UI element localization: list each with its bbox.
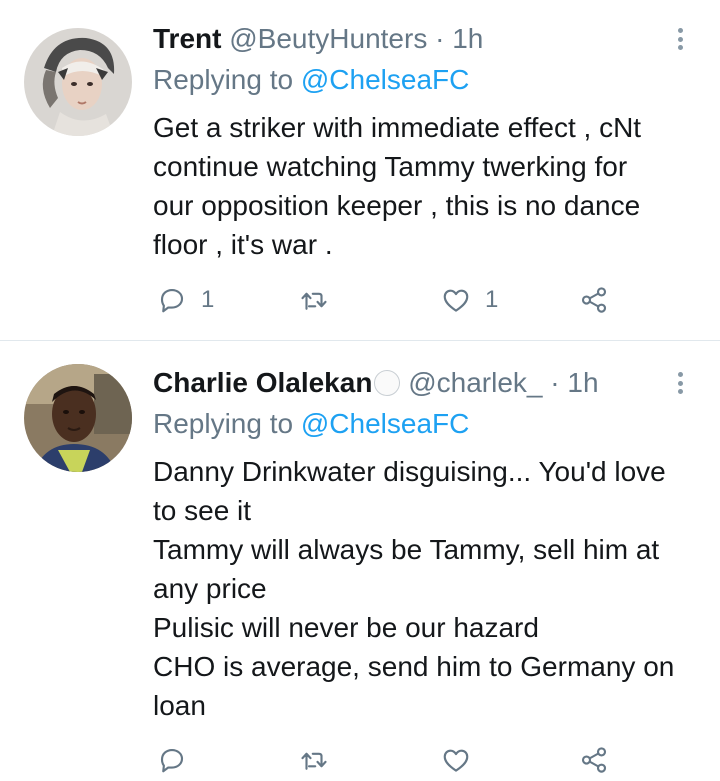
replying-to: Replying to @ChelseaFC (153, 407, 469, 441)
more-vertical-icon[interactable] (670, 366, 690, 400)
share-icon (581, 287, 607, 313)
status-circle-icon (374, 370, 401, 396)
reply-icon (160, 748, 184, 773)
tweet-text-line: continue watching Tammy twerking for (153, 151, 628, 182)
tweet-text-line: Danny Drinkwater disguising... You'd lov… (153, 456, 666, 487)
like-count: 1 (485, 286, 499, 313)
action-bar (153, 740, 633, 780)
heart-icon (443, 289, 469, 312)
retweet-icon (301, 752, 327, 770)
tweet-text: Get a striker with immediate effect , cN… (153, 108, 703, 264)
like-button[interactable] (441, 740, 471, 780)
mention-link[interactable]: @ChelseaFC (301, 408, 469, 439)
reply-icon (160, 288, 184, 313)
tweet[interactable]: Charlie Olalekan @charlek_ · 1h Replying… (0, 341, 720, 781)
retweet-button[interactable] (299, 280, 329, 320)
reply-count: 1 (201, 286, 215, 313)
tweet-text: Danny Drinkwater disguising... You'd lov… (153, 452, 703, 725)
like-button[interactable]: 1 (441, 280, 498, 320)
tweet-text-line: to see it (153, 495, 252, 526)
retweet-icon (301, 292, 327, 310)
replying-to: Replying to @ChelseaFC (153, 63, 469, 97)
tweet[interactable]: Trent @BeutyHunters · 1h Replying to @Ch… (0, 0, 720, 340)
heart-icon (443, 749, 469, 772)
tweet-text-line: CHO is average, send him to Germany on (153, 651, 675, 682)
display-name[interactable]: Trent (153, 23, 221, 54)
tweet-text-line: Get a striker with immediate effect , cN… (153, 112, 642, 143)
action-bar: 1 1 (153, 280, 633, 320)
tweet-text-line: floor , it's war . (153, 229, 333, 260)
separator: · (435, 23, 445, 54)
tweet-header: Trent @BeutyHunters · 1h (153, 22, 660, 56)
mention-link[interactable]: @ChelseaFC (301, 64, 469, 95)
avatar[interactable] (24, 28, 132, 136)
tweet-text-line: Tammy will always be Tammy, sell him at (153, 534, 660, 565)
user-handle[interactable]: @charlek_ (408, 367, 542, 398)
replying-to-label: Replying to (153, 64, 301, 95)
separator: · (550, 367, 560, 398)
tweet-text-line: loan (153, 690, 206, 721)
avatar[interactable] (24, 364, 132, 472)
retweet-button[interactable] (299, 740, 329, 780)
reply-button[interactable]: 1 (157, 280, 214, 320)
share-button[interactable] (579, 280, 609, 320)
replying-to-label: Replying to (153, 408, 301, 439)
reply-button[interactable] (157, 740, 201, 780)
tweet-text-line: our opposition keeper , this is no dance (153, 190, 641, 221)
timestamp[interactable]: 1h (567, 367, 598, 398)
tweet-header: Charlie Olalekan @charlek_ · 1h (153, 366, 660, 400)
display-name[interactable]: Charlie Olalekan (153, 367, 372, 398)
tweet-text-line: Pulisic will never be our hazard (153, 612, 539, 643)
more-vertical-icon[interactable] (670, 22, 690, 56)
timestamp[interactable]: 1h (452, 23, 483, 54)
share-icon (581, 747, 607, 773)
tweet-text-line: any price (153, 573, 267, 604)
share-button[interactable] (579, 740, 609, 780)
user-handle[interactable]: @BeutyHunters (229, 23, 427, 54)
